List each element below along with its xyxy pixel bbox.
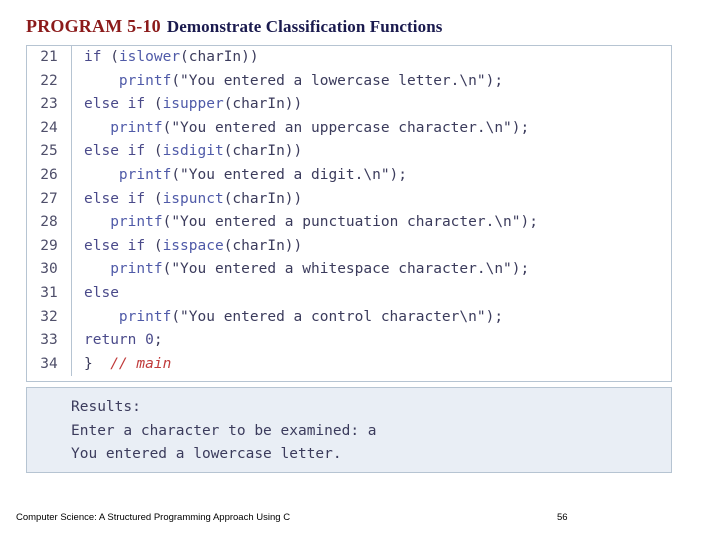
code-row: 22 printf("You entered a lowercase lette… [27, 69, 672, 94]
code-cell: else if (isupper(charIn)) [72, 93, 672, 117]
line-number-gutter: 27 [27, 187, 72, 212]
line-number: 34 [40, 355, 58, 372]
line-number: 26 [40, 166, 58, 183]
code-line: else [84, 284, 119, 301]
footer-page-number: 56 [557, 512, 568, 523]
line-number: 30 [40, 261, 58, 278]
code-row: 27 else if (ispunct(charIn)) [27, 187, 672, 212]
page-title-prefix: PROGRAM 5-10 [26, 16, 161, 36]
line-number-gutter: 25 [27, 140, 72, 164]
line-number-gutter: 32 [27, 305, 72, 330]
code-cell: printf("You entered a control character\… [72, 306, 672, 330]
code-row: 34 } // main [27, 352, 672, 377]
code-row: 33 return 0; [27, 329, 671, 353]
line-number-gutter: 31 [27, 281, 72, 306]
code-row: 28 printf("You entered a punctuation cha… [27, 211, 671, 235]
code-row: 25 else if (isdigit(charIn)) [27, 140, 671, 164]
results-panel: Results: Enter a character to be examine… [26, 387, 672, 473]
code-cell: else if (isspace(charIn)) [72, 235, 672, 259]
code-line: if (islower(charIn)) [84, 49, 259, 65]
results-line: Enter a character to be examined: a [71, 422, 377, 439]
code-row: 29 else if (isspace(charIn)) [27, 234, 672, 259]
page-title-text: Demonstrate Classification Functions [166, 17, 443, 36]
code-cell: else if (ispunct(charIn)) [72, 188, 672, 212]
line-number: 27 [40, 190, 58, 207]
footer-source: Computer Science: A Structured Programmi… [16, 512, 291, 523]
code-cell: printf("You entered a lowercase letter.\… [72, 70, 672, 94]
code-cell: else if (isdigit(charIn)) [72, 140, 672, 164]
code-cell: printf("You entered an uppercase charact… [72, 117, 672, 141]
code-line: printf("You entered an uppercase charact… [110, 119, 530, 136]
code-cell: return 0; [72, 329, 672, 353]
code-line: printf("You entered a punctuation charac… [110, 214, 538, 231]
line-number: 23 [40, 96, 58, 113]
line-number-gutter: 34 [27, 352, 72, 377]
line-number: 29 [40, 237, 58, 254]
code-row: 26 printf("You entered a digit.\n"); [27, 163, 672, 188]
code-line: printf("You entered a control character\… [118, 308, 504, 325]
code-row: 21 if (islower(charIn)) [27, 46, 671, 70]
code-row: 31 else [27, 281, 672, 306]
line-number: 32 [40, 308, 58, 325]
page-title: PROGRAM 5-10 Demonstrate Classification F… [26, 16, 442, 37]
line-number: 25 [40, 143, 58, 160]
code-cell: } // main [72, 353, 672, 377]
results-heading: Results: [71, 399, 141, 415]
line-number-gutter: 29 [27, 234, 72, 259]
line-number: 22 [40, 72, 58, 89]
code-line: printf("You entered a digit.\n"); [118, 166, 408, 183]
line-number: 33 [40, 332, 58, 349]
code-table: 21 if (islower(charIn)) 22 printf("You e… [27, 46, 672, 377]
code-row: 30 printf("You entered a whitespace char… [27, 258, 671, 282]
line-number-gutter: 26 [27, 163, 72, 188]
code-cell: printf("You entered a whitespace charact… [72, 258, 672, 282]
code-line: else if (ispunct(charIn)) [84, 190, 303, 207]
line-number-gutter: 23 [27, 93, 72, 117]
results-line: You entered a lowercase letter. [71, 446, 342, 463]
line-number-gutter: 33 [27, 329, 72, 353]
line-number-gutter: 30 [27, 258, 72, 282]
code-cell: else [72, 282, 672, 306]
code-line: else if (isdigit(charIn)) [84, 143, 303, 160]
code-listing: 21 if (islower(charIn)) 22 printf("You e… [26, 45, 672, 382]
code-line: else if (isupper(charIn)) [84, 96, 303, 113]
line-number: 21 [40, 49, 58, 65]
line-number: 31 [40, 284, 58, 301]
code-cell: if (islower(charIn)) [72, 46, 672, 70]
line-number-gutter: 24 [27, 116, 72, 141]
code-line: return 0; [84, 332, 163, 349]
slide: PROGRAM 5-10 Demonstrate Classification F… [0, 0, 720, 540]
code-line: printf("You entered a whitespace charact… [110, 261, 530, 278]
code-cell: printf("You entered a digit.\n"); [72, 164, 672, 188]
code-row: 32 printf("You entered a control charact… [27, 305, 672, 330]
code-line: printf("You entered a lowercase letter.\… [118, 72, 504, 89]
line-number-gutter: 21 [27, 46, 72, 70]
line-number-gutter: 22 [27, 69, 72, 94]
line-number: 28 [40, 214, 58, 231]
code-line: else if (isspace(charIn)) [84, 237, 303, 254]
code-line: } // main [84, 355, 172, 372]
code-row: 23 else if (isupper(charIn)) [27, 93, 671, 117]
line-number-gutter: 28 [27, 211, 72, 235]
line-number: 24 [40, 119, 58, 136]
code-cell: printf("You entered a punctuation charac… [72, 211, 672, 235]
code-row: 24 printf("You entered an uppercase char… [27, 116, 672, 141]
